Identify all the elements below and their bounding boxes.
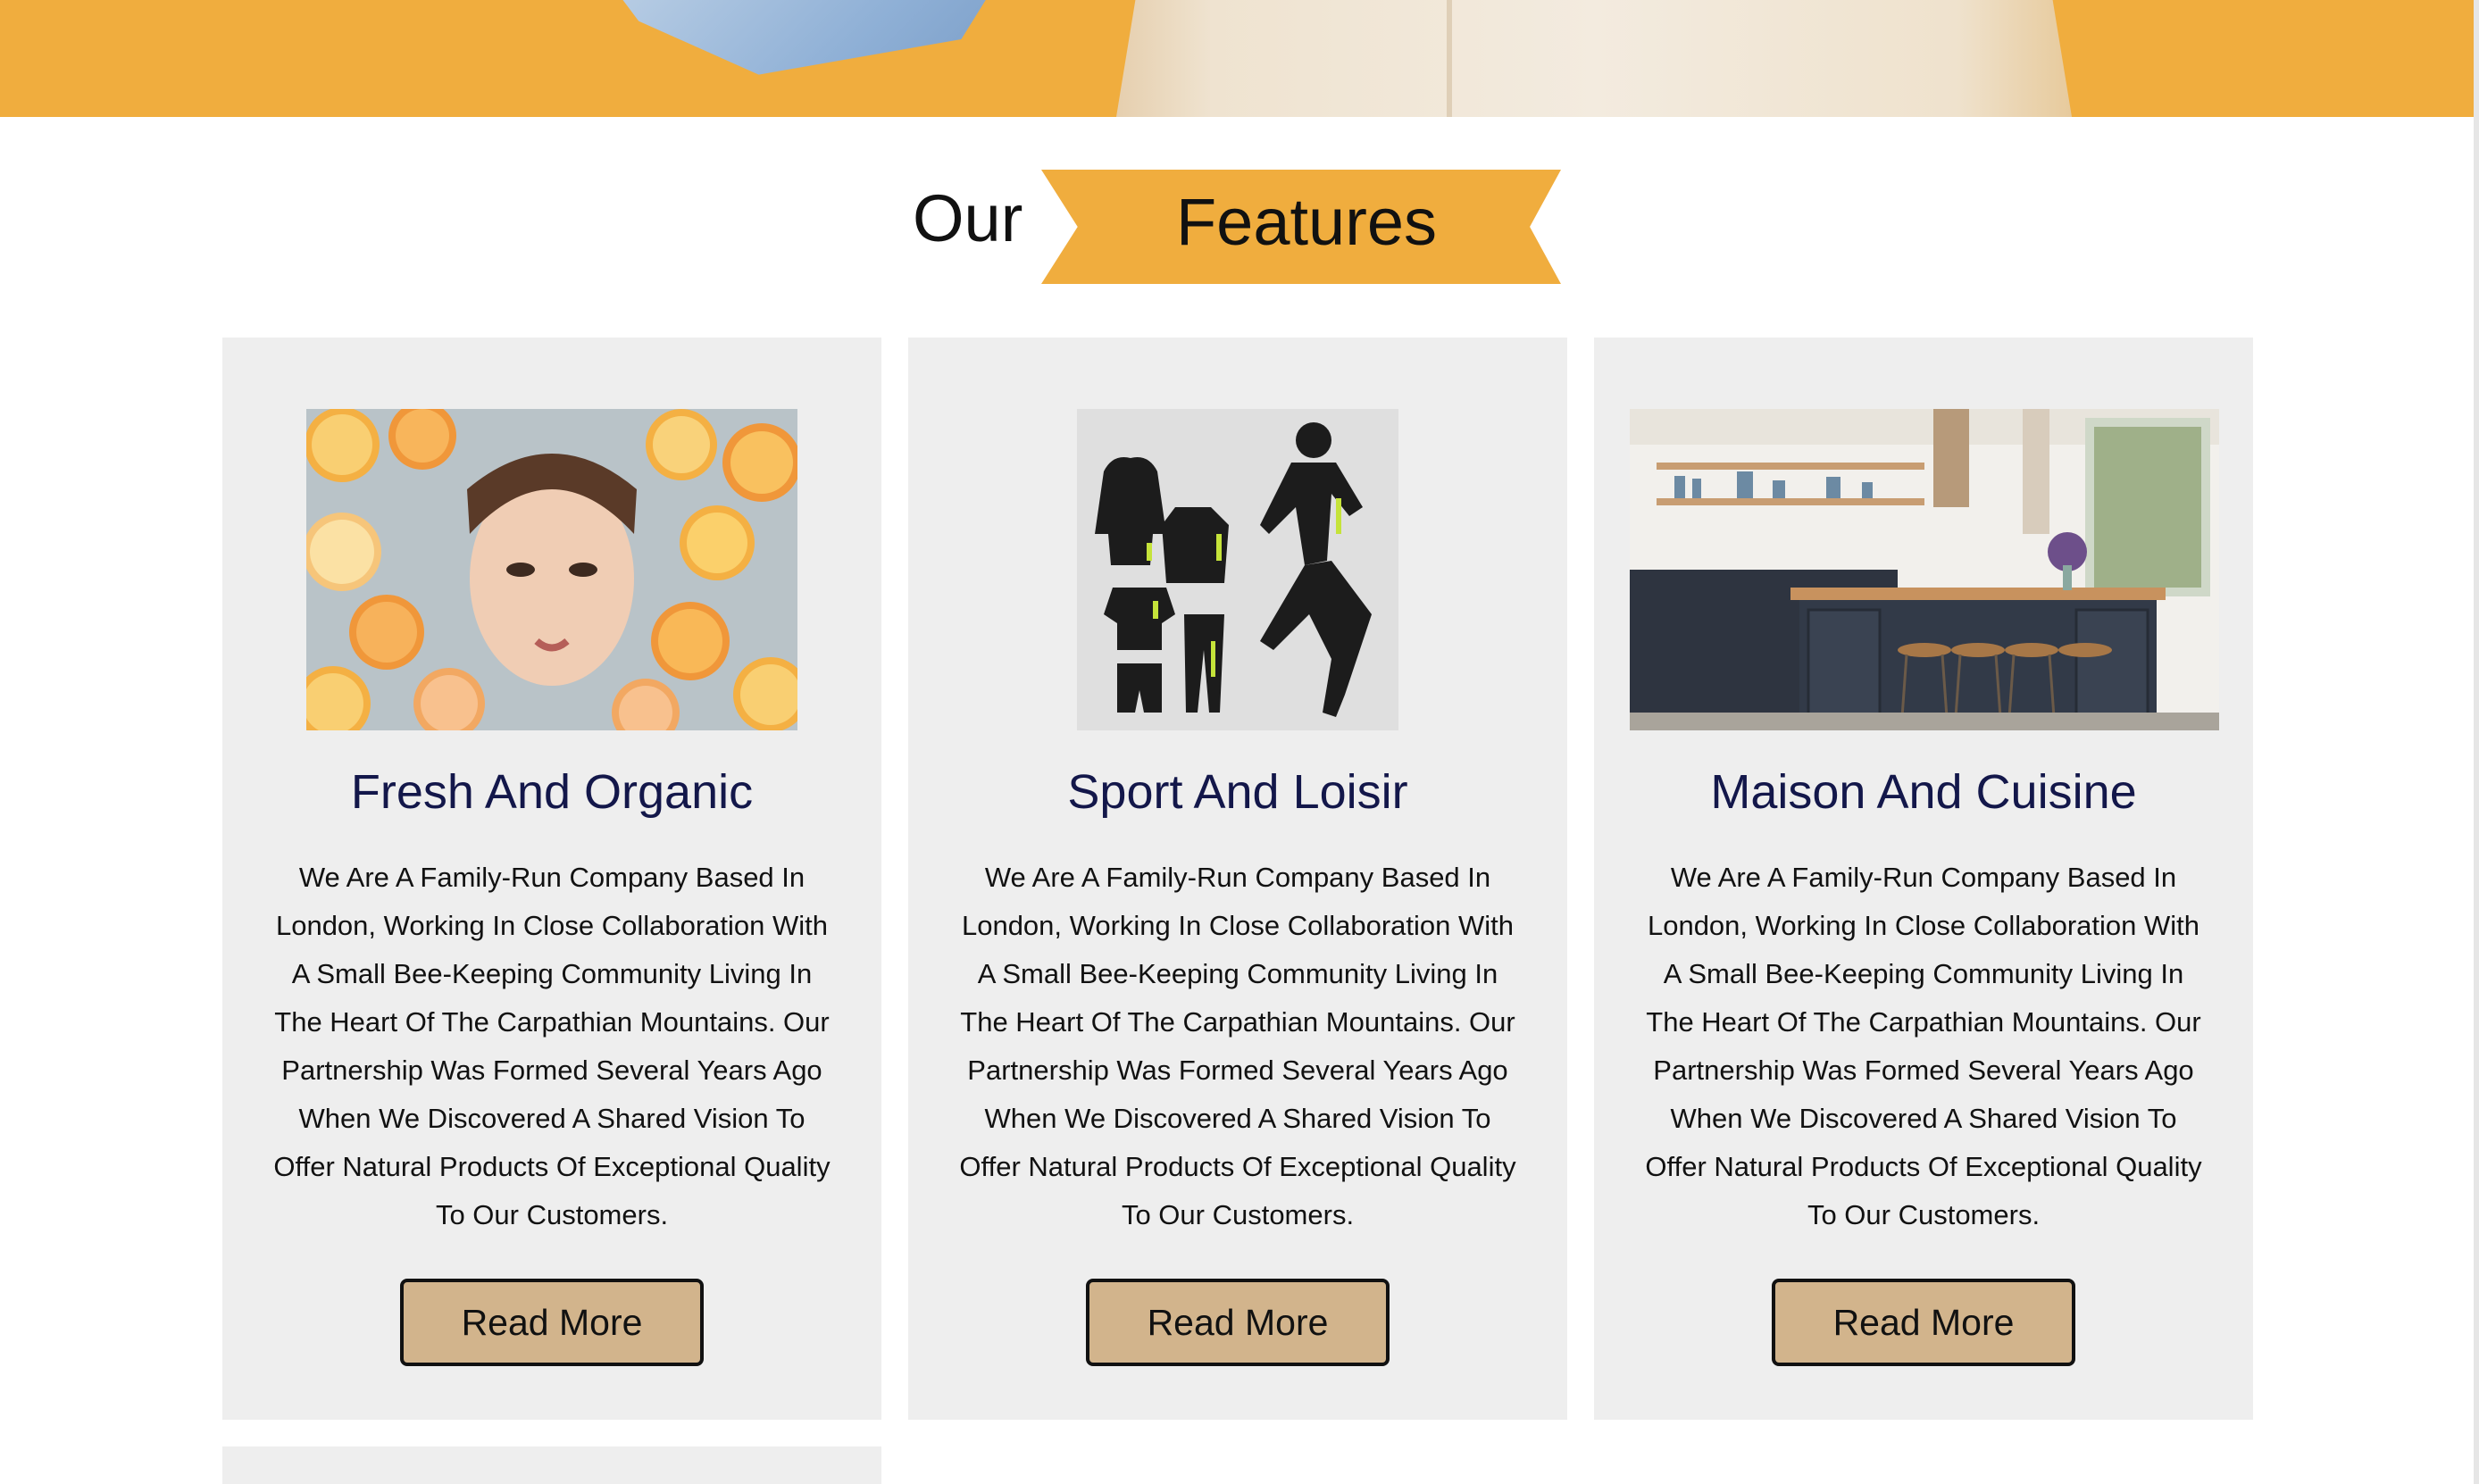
sportswear-image [1077,409,1398,730]
card-image-sportswear [1077,409,1398,730]
feature-card: Maison And Cuisine We Are A Family-Run C… [1594,338,2253,1420]
citrus-face-image [306,409,797,730]
feature-card: Sport And Loisir We Are A Family-Run Com… [908,338,1567,1420]
card-description: We Are A Family-Run Company Based In Lon… [273,862,831,1230]
page-right-edge [2474,0,2479,1484]
feature-card-next-row [222,1446,881,1484]
hero-figure-shape [1116,0,2072,117]
card-description: We Are A Family-Run Company Based In Lon… [959,862,1516,1230]
section-title-features: Features [1175,185,1438,259]
card-description: We Are A Family-Run Company Based In Lon… [1645,862,2202,1230]
section-title-ribbon: Features [1041,170,1561,284]
hero-banner [0,0,2474,117]
section-title: Our Features [0,170,2474,286]
card-image-citrus [306,409,797,730]
card-title: Maison And Cuisine [1710,765,2137,819]
hero-fabric-crease [1447,0,1452,117]
card-title: Fresh And Organic [350,765,754,819]
hero-umbrella-shape [616,0,991,75]
feature-card: Fresh And Organic We Are A Family-Run Co… [222,338,881,1420]
section-title-our: Our [913,181,1023,255]
read-more-button[interactable]: Read More [1772,1279,2075,1366]
card-title: Sport And Loisir [1067,765,1408,819]
read-more-button[interactable]: Read More [1086,1279,1390,1366]
kitchen-image [1630,409,2219,730]
card-image-kitchen [1630,409,2219,730]
read-more-button[interactable]: Read More [400,1279,704,1366]
